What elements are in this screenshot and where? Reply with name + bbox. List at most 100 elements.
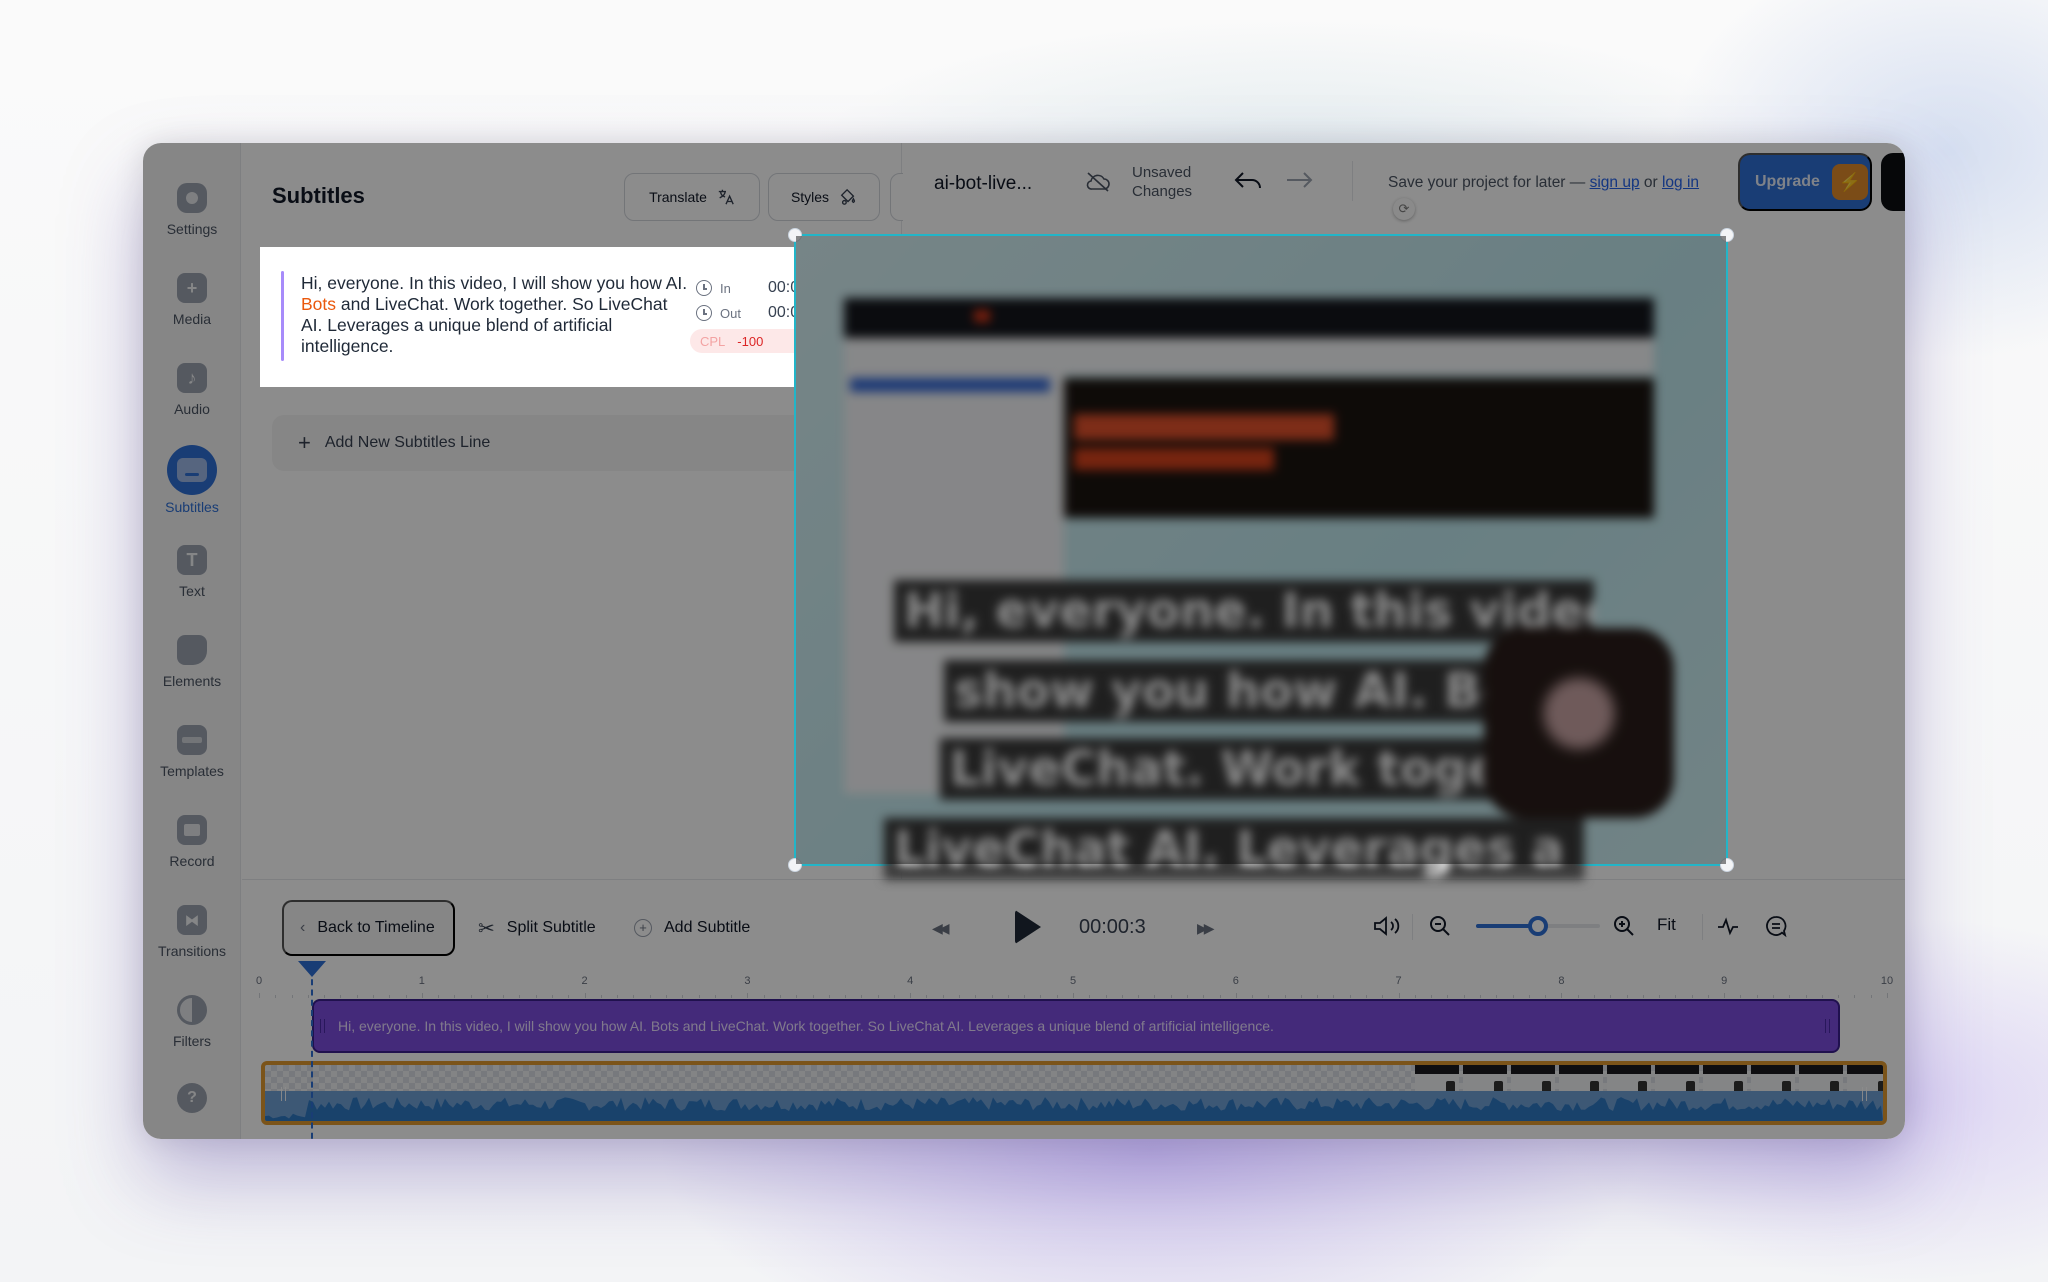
- divider: [1412, 914, 1413, 940]
- settings-icon: [177, 183, 207, 213]
- cloud-off-icon: [1086, 172, 1110, 192]
- tick-mark-minor: [324, 995, 326, 998]
- fit-button[interactable]: Fit: [1657, 915, 1676, 935]
- sidebar-item-subtitles[interactable]: Subtitles: [143, 445, 241, 515]
- subtitle-clip[interactable]: Hi, everyone. In this video, I will show…: [312, 999, 1840, 1053]
- subtitles-bubble-icon[interactable]: [1764, 914, 1788, 938]
- log-in-link[interactable]: log in: [1662, 174, 1699, 191]
- back-to-timeline-button[interactable]: ‹ Back to Timeline: [282, 900, 455, 956]
- video-clip[interactable]: [261, 1061, 1887, 1125]
- tick-mark-minor: [405, 995, 407, 998]
- tick-mark-minor: [291, 995, 293, 998]
- clip-left-handle[interactable]: [320, 1019, 325, 1033]
- tick-mark-minor: [698, 995, 700, 998]
- styles-button[interactable]: Styles: [768, 173, 880, 221]
- tick-mark-minor: [1626, 995, 1628, 998]
- tick-mark-minor: [1805, 995, 1807, 998]
- sidebar-item-audio[interactable]: ♪ Audio: [143, 363, 241, 417]
- tick-mark-minor: [1414, 995, 1416, 998]
- subtitle-text-part: and LiveChat. Work together. So LiveChat…: [301, 294, 668, 356]
- export-button[interactable]: [1881, 153, 1905, 211]
- clip-left-handle[interactable]: [281, 1087, 286, 1101]
- tick-mark-minor: [1121, 995, 1123, 998]
- tick-mark: [1398, 993, 1400, 998]
- zoom-slider[interactable]: [1476, 916, 1600, 936]
- tick-mark: [1561, 993, 1563, 998]
- add-line-label: Add New Subtitles Line: [324, 434, 491, 451]
- subtitle-line-text[interactable]: Hi, everyone. In this video, I will show…: [301, 273, 691, 357]
- sidebar-item-transitions[interactable]: ⧓ Transitions: [143, 905, 241, 959]
- sidebar: Settings + Media ♪ Audio Subtitles T Tex…: [143, 143, 241, 1139]
- translate-icon: [718, 189, 734, 205]
- tick-mark-minor: [942, 995, 944, 998]
- subtitle-line-card[interactable]: Hi, everyone. In this video, I will show…: [260, 247, 882, 387]
- sidebar-item-text[interactable]: T Text: [143, 545, 241, 599]
- project-name[interactable]: ai-bot-live...: [934, 173, 1032, 195]
- zoom-out-icon[interactable]: [1428, 914, 1452, 938]
- tick-mark: [1724, 993, 1726, 998]
- tick-label: 10: [1880, 975, 1894, 987]
- tick-mark-minor: [1707, 995, 1709, 998]
- sidebar-item-elements[interactable]: Elements: [143, 635, 241, 689]
- undo-icon[interactable]: [1233, 169, 1263, 191]
- clip-right-handle[interactable]: [1862, 1087, 1867, 1101]
- rewind-icon[interactable]: ◀◀: [932, 920, 949, 937]
- save-status-line1: Unsaved: [1132, 164, 1192, 181]
- sidebar-item-label: Elements: [162, 673, 222, 689]
- upgrade-label: Upgrade: [1755, 173, 1820, 190]
- templates-icon: [177, 725, 207, 755]
- tick-mark-minor: [1854, 995, 1856, 998]
- help-button[interactable]: ?: [143, 1083, 241, 1113]
- tick-mark-minor: [1821, 995, 1823, 998]
- plus-circle-icon: +: [634, 919, 652, 937]
- sidebar-item-label: Subtitles: [165, 499, 219, 515]
- sign-up-link[interactable]: sign up: [1590, 174, 1640, 191]
- volume-icon[interactable]: [1372, 914, 1402, 938]
- tick-label: 8: [1558, 975, 1565, 987]
- translate-button[interactable]: Translate: [624, 173, 760, 221]
- tick-label: 0: [255, 975, 263, 987]
- split-subtitle-button[interactable]: ✂ Split Subtitle: [478, 900, 596, 956]
- tick-mark-minor: [438, 995, 440, 998]
- tick-mark-minor: [568, 995, 570, 998]
- text-icon: T: [177, 545, 207, 575]
- redo-icon[interactable]: [1284, 169, 1314, 191]
- tick-mark-minor: [1773, 995, 1775, 998]
- add-new-subtitles-line-button[interactable]: + Add New Subtitles Line: [272, 415, 872, 471]
- sidebar-item-filters[interactable]: Filters: [143, 995, 241, 1049]
- zoom-in-icon[interactable]: [1612, 914, 1636, 938]
- camera-icon: [177, 815, 207, 845]
- sidebar-item-media[interactable]: + Media: [143, 273, 241, 327]
- tick-mark-minor: [1756, 995, 1758, 998]
- transitions-icon: ⧓: [177, 905, 207, 935]
- out-time-row[interactable]: Out 00:09.6: [696, 304, 821, 321]
- waveform-path: [265, 1097, 1883, 1121]
- sidebar-item-label: Record: [169, 853, 215, 869]
- sidebar-item-label: Settings: [166, 221, 218, 237]
- add-subtitle-button[interactable]: + Add Subtitle: [634, 900, 750, 956]
- time-ruler[interactable]: 0 1 2 3 4 5 6 7 8 9 10: [255, 969, 1893, 999]
- tick-mark-minor: [519, 995, 521, 998]
- sidebar-item-templates[interactable]: Templates: [143, 725, 241, 779]
- tick-mark-minor: [1642, 995, 1644, 998]
- sidebar-item-label: Templates: [160, 763, 224, 779]
- zoom-slider-knob[interactable]: [1528, 916, 1548, 936]
- play-button[interactable]: [1015, 910, 1041, 944]
- playhead-handle[interactable]: [298, 961, 326, 977]
- fast-forward-icon[interactable]: ▶▶: [1197, 920, 1214, 937]
- tick-mark-minor: [1138, 995, 1140, 998]
- clip-right-handle[interactable]: [1825, 1019, 1830, 1033]
- in-time-row[interactable]: In 00:00.3: [696, 279, 821, 296]
- tick-mark: [259, 993, 260, 998]
- out-label: Out: [720, 305, 741, 321]
- video-preview[interactable]: Hi, everyone. In this video, I will show…: [788, 228, 1734, 880]
- waveform-icon[interactable]: [1716, 914, 1740, 938]
- tick-mark-minor: [666, 995, 667, 998]
- sidebar-item-settings[interactable]: Settings: [143, 183, 241, 237]
- tick-mark-minor: [1463, 995, 1465, 998]
- rotate-handle[interactable]: ⟳: [1393, 198, 1415, 220]
- sidebar-item-label: Transitions: [158, 943, 226, 959]
- upgrade-button[interactable]: Upgrade ⚡: [1738, 153, 1872, 211]
- sidebar-item-record[interactable]: Record: [143, 815, 241, 869]
- tick-mark-minor: [682, 995, 684, 998]
